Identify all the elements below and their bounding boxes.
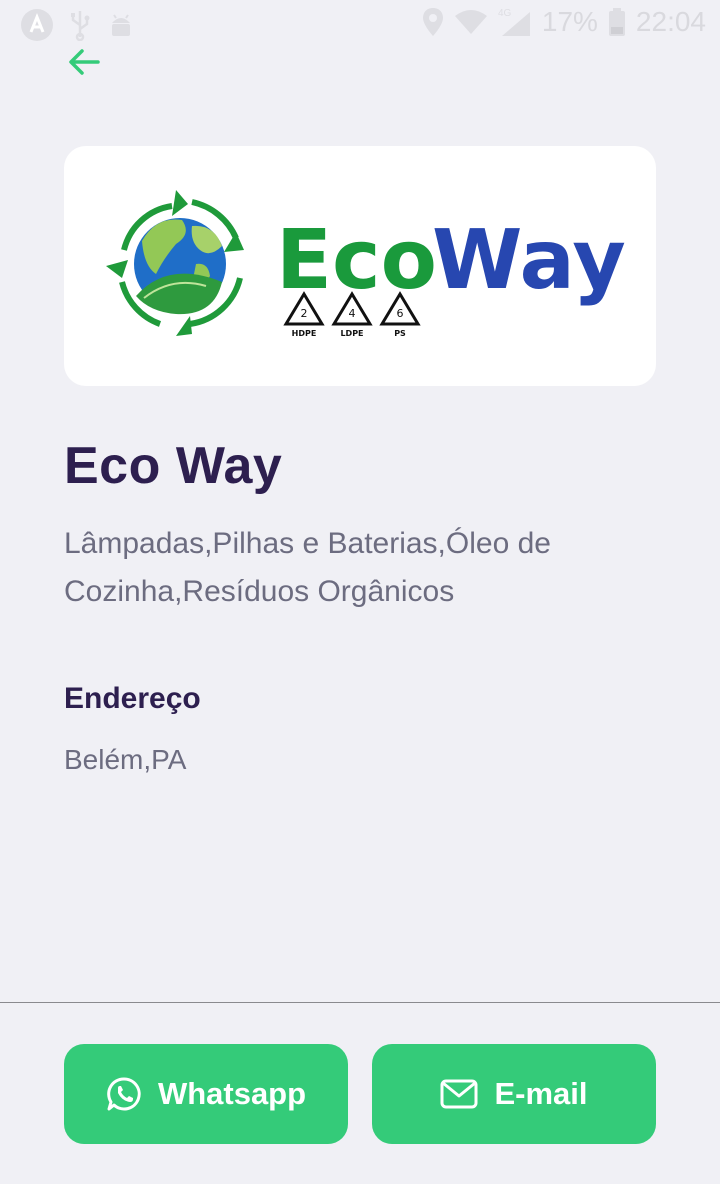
address-heading: Endereço [64, 682, 201, 715]
logo-card: Eco Way 2 HDPE 4 LDPE 6 PS [64, 146, 656, 386]
svg-text:6: 6 [397, 307, 404, 320]
status-bar: 4G 17% 22:04 [0, 0, 720, 50]
address-value: Belém,PA [64, 744, 187, 775]
svg-text:HDPE: HDPE [292, 329, 317, 338]
whatsapp-button[interactable]: Whatsapp [64, 1044, 348, 1144]
battery-icon [608, 8, 625, 36]
svg-text:4G: 4G [498, 8, 512, 19]
arrow-left-icon [69, 49, 100, 75]
cell-signal-icon: 4G [498, 8, 530, 36]
mail-icon [440, 1079, 478, 1109]
whatsapp-icon [107, 1077, 141, 1111]
status-bar-right: 4G 17% 22:04 [422, 6, 706, 38]
status-bar-left [20, 8, 136, 42]
globe-icon [134, 218, 226, 315]
email-button[interactable]: E-mail [372, 1044, 656, 1144]
android-icon [112, 14, 130, 36]
status-time: 22:04 [635, 6, 706, 37]
footer-divider [0, 1002, 720, 1003]
page-title: Eco Way [64, 437, 283, 495]
svg-text:LDPE: LDPE [340, 329, 363, 338]
location-icon [422, 8, 443, 36]
app-notification-icon [21, 9, 53, 41]
materials-list: Lâmpadas,Pilhas e Baterias,Óleo de Cozin… [64, 527, 551, 608]
back-button[interactable] [64, 42, 104, 82]
ecoway-logo: Eco Way 2 HDPE 4 LDPE 6 PS [106, 190, 626, 338]
brand-way-text: Way [432, 213, 626, 308]
email-label: E-mail [494, 1076, 588, 1111]
whatsapp-label: Whatsapp [157, 1076, 307, 1111]
svg-text:2: 2 [301, 307, 308, 320]
wifi-icon [454, 10, 487, 34]
svg-text:4: 4 [349, 307, 356, 320]
svg-text:PS: PS [394, 329, 406, 338]
usb-icon [71, 11, 90, 41]
battery-percent: 17% [541, 6, 598, 37]
brand-eco-text: Eco [276, 213, 437, 308]
